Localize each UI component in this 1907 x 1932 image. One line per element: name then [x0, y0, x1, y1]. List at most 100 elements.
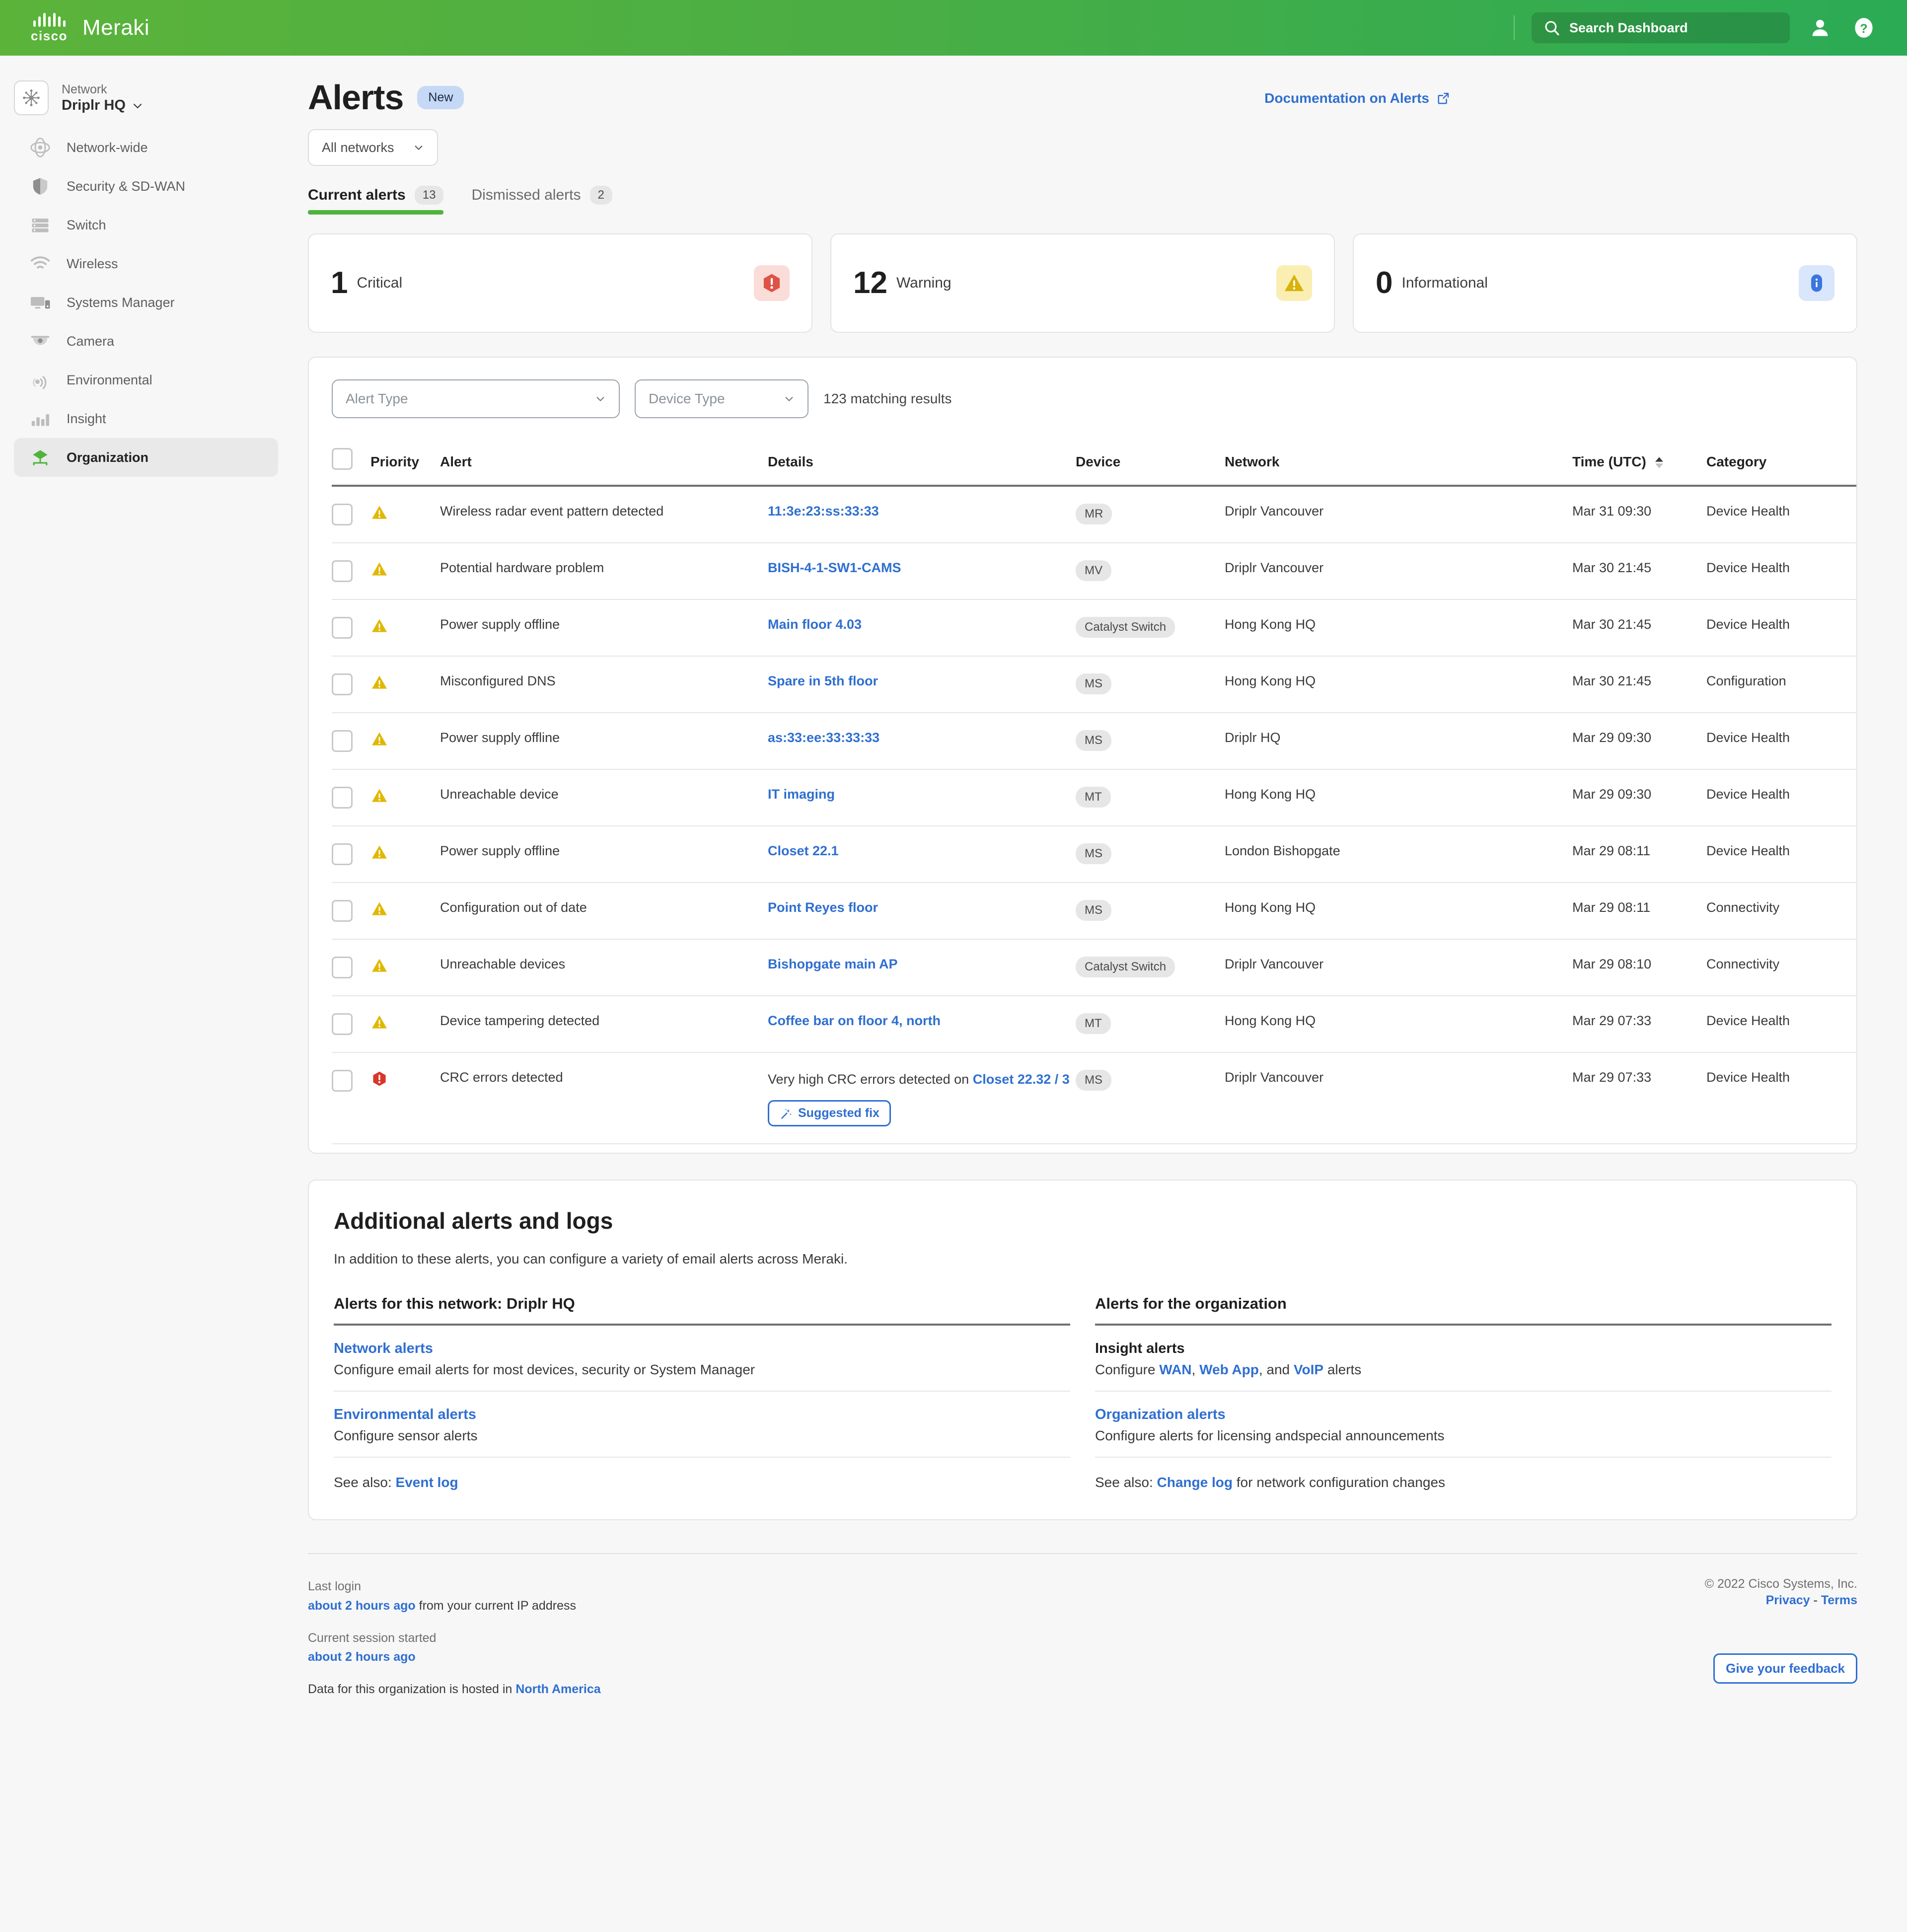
user-account-button[interactable] [1807, 14, 1834, 41]
alert-type-select[interactable]: Alert Type [332, 379, 620, 418]
current-session-link[interactable]: about 2 hours ago [308, 1650, 416, 1664]
see-also-change-log: See also: Change log for network configu… [1095, 1458, 1832, 1490]
suggested-fix-button[interactable]: Suggested fix [768, 1100, 891, 1127]
detail-link[interactable]: BISH-4-1-SW1-CAMS [768, 560, 901, 575]
row-checkbox[interactable] [332, 843, 353, 865]
detail-link[interactable]: Spare in 5th floor [768, 673, 878, 688]
table-row[interactable]: CRC errors detected Very high CRC errors … [332, 1052, 1856, 1145]
row-checkbox[interactable] [332, 957, 353, 978]
meraki-logo[interactable]: cisco Meraki [31, 12, 149, 44]
warning-icon [372, 1015, 387, 1029]
search-dashboard-input[interactable]: Search Dashboard [1532, 12, 1790, 43]
terms-link[interactable]: Terms [1821, 1593, 1857, 1607]
web-app-link[interactable]: Web App [1199, 1362, 1259, 1377]
table-row[interactable]: Power supply offline as:33:ee:33:33:33 MS D… [332, 713, 1856, 770]
table-row[interactable]: Power supply offline Closet 22.1 MS London … [332, 826, 1856, 883]
warning-icon [1284, 274, 1304, 292]
row-checkbox-cell [332, 769, 370, 826]
environmental-alerts-row: Environmental alerts Configure sensor al… [334, 1392, 1070, 1458]
detail-link[interactable]: Bishopgate main AP [768, 957, 898, 971]
row-priority-cell [370, 883, 440, 940]
column-header-priority[interactable]: Priority [370, 448, 440, 487]
sidebar-item-environmental[interactable]: Environmental [14, 361, 278, 399]
row-checkbox[interactable] [332, 560, 353, 582]
voip-link[interactable]: VoIP [1294, 1362, 1323, 1377]
last-login-link[interactable]: about 2 hours ago [308, 1599, 416, 1613]
table-row[interactable]: Unreachable device IT imaging MT Hong Kong … [332, 769, 1856, 826]
row-checkbox[interactable] [332, 504, 353, 525]
column-header-device[interactable]: Device [1076, 448, 1225, 487]
organization-alerts-link[interactable]: Organization alerts [1095, 1407, 1226, 1422]
network-name-text: Driplr HQ [62, 97, 126, 114]
sidebar-item-switch[interactable]: Switch [14, 206, 278, 244]
column-header-alert[interactable]: Alert [440, 448, 768, 487]
environmental-alerts-link[interactable]: Environmental alerts [334, 1407, 476, 1422]
all-networks-select[interactable]: All networks [308, 129, 438, 166]
row-device-cell: MT [1076, 996, 1225, 1053]
table-row[interactable]: Potential hardware problem BISH-4-1-SW1-C… [332, 543, 1856, 600]
privacy-link[interactable]: Privacy [1766, 1593, 1810, 1607]
documentation-on-alerts-link[interactable]: Documentation on Alerts [1264, 90, 1450, 106]
row-checkbox[interactable] [332, 787, 353, 809]
sidebar-item-network-wide[interactable]: Network-wide [14, 128, 278, 167]
select-all-checkbox[interactable] [332, 448, 353, 470]
column-header-category[interactable]: Category [1706, 448, 1856, 487]
column-header-network[interactable]: Network [1225, 448, 1572, 487]
table-row[interactable]: Device tampering detected Coffee bar on f… [332, 996, 1856, 1053]
device-type-select[interactable]: Device Type [635, 379, 808, 418]
detail-link[interactable]: Point Reyes floor [768, 900, 878, 915]
organization-alerts-column: Alerts for the organization Insight aler… [1095, 1295, 1832, 1490]
table-row[interactable]: Misconfigured DNSMain area 33-0001MSHong… [332, 1144, 1856, 1153]
table-row[interactable]: Configuration out of date Point Reyes flo… [332, 883, 1856, 940]
tab-current-alerts[interactable]: Current alerts 13 [308, 186, 444, 215]
detail-link[interactable]: Closet 22.1 [768, 843, 839, 858]
row-alert-name: Misconfigured DNS [440, 656, 768, 713]
column-header-time[interactable]: Time (UTC) [1572, 448, 1706, 487]
detail-link[interactable]: IT imaging [768, 787, 835, 802]
sidebar-item-security-sdwan[interactable]: Security & SD-WAN [14, 167, 278, 206]
detail-link[interactable]: Closet 22.32 / 3 [973, 1072, 1070, 1087]
table-row[interactable]: Power supply offline Main floor 4.03 Catal… [332, 599, 1856, 657]
help-button[interactable]: ? [1850, 14, 1877, 41]
row-checkbox[interactable] [332, 673, 353, 695]
network-alerts-link[interactable]: Network alerts [334, 1340, 433, 1356]
give-feedback-button[interactable]: Give your feedback [1713, 1653, 1857, 1684]
row-time: Mar 29 07:33 [1572, 996, 1706, 1053]
row-time: Mar 29 07:33 [1572, 1144, 1706, 1153]
north-america-link[interactable]: North America [515, 1682, 600, 1696]
row-checkbox[interactable] [332, 617, 353, 639]
sidebar-item-insight[interactable]: Insight [14, 399, 278, 438]
detail-link[interactable]: Main floor 4.03 [768, 617, 862, 632]
network-selector[interactable]: Network Driplr HQ [0, 74, 308, 128]
detail-link[interactable]: as:33:ee:33:33:33 [768, 730, 880, 745]
table-row[interactable]: Misconfigured DNS Spare in 5th floor MS Hon… [332, 656, 1856, 713]
row-checkbox[interactable] [332, 1070, 353, 1092]
row-checkbox[interactable] [332, 1013, 353, 1035]
detail-link[interactable]: 11:3e:23:ss:33:33 [768, 504, 879, 519]
sidebar-item-camera[interactable]: Camera [14, 322, 278, 361]
row-checkbox[interactable] [332, 730, 353, 752]
sidebar-item-organization[interactable]: Organization [14, 438, 278, 477]
wan-link[interactable]: WAN [1159, 1362, 1191, 1377]
column-header-details[interactable]: Details [768, 448, 1076, 487]
network-hub-icon-box [14, 80, 49, 115]
meraki-wordmark: Meraki [82, 15, 150, 40]
tab-dismissed-alerts[interactable]: Dismissed alerts 2 [471, 186, 612, 215]
row-category: Device Health [1706, 486, 1856, 543]
network-name[interactable]: Driplr HQ [62, 97, 144, 114]
page-title-row: Alerts New [308, 77, 464, 117]
table-row[interactable]: Unreachable devices Bishopgate main AP Cat… [332, 939, 1856, 996]
table-row[interactable]: Wireless radar event pattern detected 11:… [332, 486, 1856, 543]
sidebar-item-wireless[interactable]: Wireless [14, 244, 278, 283]
detail-link[interactable]: Coffee bar on floor 4, north [768, 1013, 941, 1028]
last-login-value: about 2 hours ago from your current IP a… [308, 1596, 601, 1616]
stat-card-warning[interactable]: 12 Warning [830, 233, 1335, 333]
page-title: Alerts [308, 78, 404, 117]
change-log-link[interactable]: Change log [1157, 1475, 1233, 1490]
stat-card-informational[interactable]: 0 Informational [1353, 233, 1857, 333]
sidebar-item-systems-manager[interactable]: Systems Manager [14, 283, 278, 322]
stat-card-critical[interactable]: 1 Critical [308, 233, 812, 333]
event-log-link[interactable]: Event log [396, 1475, 458, 1490]
row-checkbox[interactable] [332, 900, 353, 922]
insight-desc-mid1: , [1191, 1362, 1200, 1377]
